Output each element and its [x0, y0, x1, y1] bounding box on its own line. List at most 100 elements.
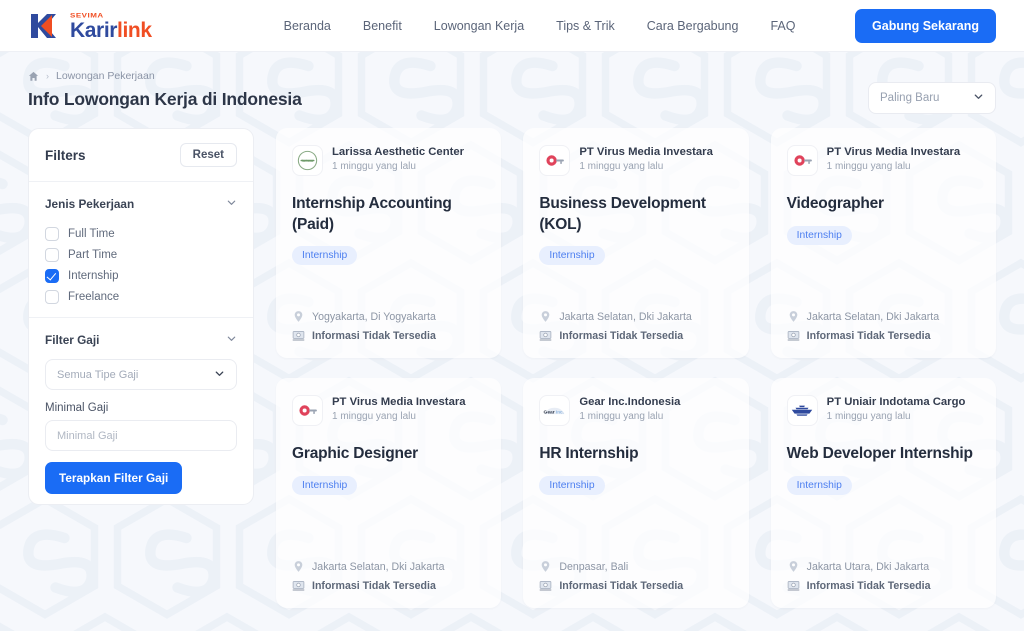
- checkbox-icon[interactable]: [45, 226, 59, 241]
- job-type-checkbox-list: Full Time Part Time Internship Freelance: [45, 223, 237, 307]
- nav-item-cara-bergabung[interactable]: Cara Bergabung: [647, 19, 739, 33]
- checkbox-checked-icon[interactable]: [45, 268, 59, 283]
- minimal-salary-label: Minimal Gaji: [45, 402, 109, 414]
- job-salary: Informasi Tidak Tersedia: [312, 329, 436, 342]
- job-type-badge: Internship: [539, 475, 605, 495]
- job-salary-row: Informasi Tidak Tersedia: [292, 329, 485, 342]
- nav-item-faq[interactable]: FAQ: [770, 19, 795, 33]
- job-location-row: Denpasar, Bali: [539, 560, 732, 573]
- job-type-badge: Internship: [292, 246, 358, 266]
- job-title[interactable]: Videographer: [787, 194, 980, 215]
- job-salary: Informasi Tidak Tersedia: [312, 579, 436, 592]
- job-card-meta: Jakarta Utara, Dki Jakarta Informasi Tida…: [787, 538, 980, 592]
- svg-text:Gear: Gear: [544, 410, 555, 416]
- nav-item-benefit[interactable]: Benefit: [363, 19, 402, 33]
- filter-group-job-type: Jenis Pekerjaan Full Time Part Time Intern…: [29, 182, 253, 318]
- breadcrumb-item-lowongan-pekerjaan[interactable]: Lowongan Pekerjaan: [56, 70, 155, 82]
- job-company-name: PT Uniair Indotama Cargo: [826, 396, 966, 408]
- salary-type-select[interactable]: Semua Tipe Gaji: [45, 359, 237, 390]
- job-salary: Informasi Tidak Tersedia: [559, 329, 684, 342]
- job-card[interactable]: PT Virus Media Investara 1 minggu yang la…: [770, 128, 996, 358]
- job-card[interactable]: PT Virus Media Investara 1 minggu yang la…: [523, 128, 749, 358]
- job-salary-row: Informasi Tidak Tersedia: [539, 329, 732, 342]
- main-nav: Beranda Benefit Lowongan Kerja Tips & Trik C…: [284, 19, 796, 33]
- minimal-salary-input[interactable]: [45, 420, 237, 451]
- job-location-row: Jakarta Selatan, Dki Jakarta: [539, 310, 732, 323]
- larissa-circle-logo-icon: larissa: [292, 145, 323, 176]
- map-pin-icon: [292, 560, 305, 573]
- brand-logo[interactable]: SEVIMA Karirlink: [28, 11, 152, 41]
- map-pin-icon: [787, 560, 800, 573]
- virus-media-key-logo-icon: [292, 395, 323, 426]
- sevima-wordmark: SEVIMA: [70, 10, 104, 19]
- job-location-row: Jakarta Selatan, Dki Jakarta: [787, 310, 980, 323]
- nav-item-lowongan-kerja[interactable]: Lowongan Kerja: [434, 19, 524, 33]
- job-card[interactable]: larissa Larissa Aesthetic Center 1 minggu …: [276, 128, 502, 358]
- breadcrumb: › Lowongan Pekerjaan: [28, 70, 868, 82]
- filter-group-salary-toggle[interactable]: Filter Gaji: [45, 331, 237, 349]
- virus-media-key-logo-icon: [539, 145, 571, 176]
- job-type-badge: Internship: [786, 225, 852, 245]
- salary-type-select-value: Semua Tipe Gaji: [57, 368, 139, 381]
- job-location: Denpasar, Bali: [559, 560, 629, 573]
- nav-item-beranda[interactable]: Beranda: [284, 19, 331, 33]
- job-salary-row: Informasi Tidak Tersedia: [787, 579, 980, 592]
- job-card-company-row: Gear Inc. Gear Inc.Indonesia 1 minggu yang …: [539, 395, 732, 426]
- svg-text:Inc.: Inc.: [556, 410, 564, 415]
- job-type-option-full-time[interactable]: Full Time: [45, 223, 237, 244]
- job-company-name: PT Virus Media Investara: [332, 396, 466, 408]
- job-title[interactable]: HR Internship: [539, 444, 732, 465]
- job-salary-row: Informasi Tidak Tersedia: [292, 579, 485, 592]
- job-company-name: Gear Inc.Indonesia: [579, 396, 681, 408]
- job-card-company-row: PT Virus Media Investara 1 minggu yang la…: [786, 145, 980, 176]
- money-screen-icon: [539, 579, 552, 592]
- svg-text:larissa: larissa: [302, 159, 314, 163]
- filter-group-salary: Filter Gaji Semua Tipe Gaji Minimal Gaji…: [29, 318, 253, 504]
- reset-filters-button[interactable]: Reset: [179, 143, 237, 167]
- chevron-down-icon: [214, 368, 225, 382]
- job-type-badge: Internship: [786, 475, 852, 495]
- checkbox-icon[interactable]: [45, 247, 59, 262]
- job-card-meta: Jakarta Selatan, Dki Jakarta Informasi Ti…: [539, 288, 732, 342]
- job-salary: Informasi Tidak Tersedia: [806, 579, 931, 592]
- virus-media-key-logo-icon: [786, 145, 818, 176]
- nav-item-tips-trik[interactable]: Tips & Trik: [556, 19, 615, 33]
- page-title: Info Lowongan Kerja di Indonesia: [28, 89, 302, 109]
- money-screen-icon: [292, 579, 305, 592]
- job-title[interactable]: Business Development (KOL): [539, 194, 732, 235]
- job-location: Jakarta Selatan, Dki Jakarta: [806, 310, 940, 323]
- job-type-option-part-time[interactable]: Part Time: [45, 244, 237, 265]
- filter-group-salary-label: Filter Gaji: [45, 333, 100, 347]
- money-screen-icon: [539, 329, 552, 342]
- job-card[interactable]: PT Uniair Indotama Cargo 1 minggu yang la…: [770, 378, 996, 608]
- job-title[interactable]: Graphic Designer: [292, 444, 485, 465]
- job-type-option-label: Part Time: [68, 248, 118, 261]
- job-card[interactable]: PT Virus Media Investara 1 minggu yang la…: [276, 378, 502, 608]
- map-pin-icon: [292, 310, 305, 323]
- job-posted-time: 1 minggu yang lalu: [579, 161, 664, 173]
- job-title[interactable]: Web Developer Internship: [787, 444, 980, 465]
- job-location: Jakarta Selatan, Dki Jakarta: [559, 310, 692, 323]
- job-type-option-internship[interactable]: Internship: [45, 265, 237, 286]
- filter-group-job-type-toggle[interactable]: Jenis Pekerjaan: [45, 195, 237, 213]
- gear-inc-logo-icon: Gear Inc.: [539, 395, 571, 426]
- job-posted-time: 1 minggu yang lalu: [826, 161, 911, 173]
- job-card-company-row: PT Virus Media Investara 1 minggu yang la…: [292, 395, 485, 426]
- job-card-meta: Jakarta Selatan, Dki Jakarta Informasi Ti…: [787, 288, 980, 342]
- job-type-option-freelance[interactable]: Freelance: [45, 286, 237, 307]
- job-type-option-label: Freelance: [68, 290, 120, 303]
- job-card-meta: Yogyakarta, Di Yogyakarta Informasi Tidak…: [292, 288, 485, 342]
- join-now-button[interactable]: Gabung Sekarang: [855, 8, 996, 43]
- job-card[interactable]: Gear Inc. Gear Inc.Indonesia 1 minggu yang …: [523, 378, 749, 608]
- sort-dropdown-value: Paling Baru: [880, 92, 940, 104]
- job-title[interactable]: Internship Accounting (Paid): [292, 194, 485, 235]
- breadcrumb-separator: ›: [46, 71, 49, 81]
- job-location: Yogyakarta, Di Yogyakarta: [312, 310, 436, 323]
- home-icon[interactable]: [28, 71, 39, 82]
- sort-dropdown[interactable]: Paling Baru: [868, 82, 996, 114]
- job-location-row: Yogyakarta, Di Yogyakarta: [292, 310, 485, 323]
- checkbox-icon[interactable]: [45, 289, 59, 304]
- money-screen-icon: [292, 329, 305, 342]
- map-pin-icon: [787, 310, 800, 323]
- apply-salary-filter-button[interactable]: Terapkan Filter Gaji: [45, 462, 183, 494]
